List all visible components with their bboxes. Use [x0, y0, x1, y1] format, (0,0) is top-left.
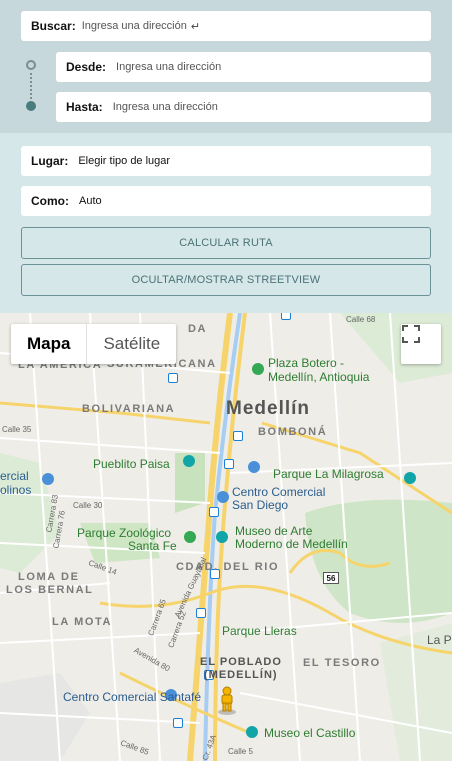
map-type-map-button[interactable]: Mapa — [11, 324, 88, 364]
from-label: Desde: — [66, 60, 107, 74]
map-label: Pueblito Paisa — [93, 457, 170, 471]
route-panel: Buscar: Ingresa una dirección ↵ Desde: I… — [0, 0, 452, 133]
metro-station-icon — [281, 313, 291, 320]
to-field[interactable]: Hasta: Ingresa una dirección — [56, 92, 431, 122]
place-value[interactable]: Elegir tipo de lugar — [78, 155, 170, 167]
fullscreen-icon — [402, 325, 420, 343]
cc-san-diego-marker-icon[interactable] — [217, 491, 229, 503]
museo-castillo-marker-icon[interactable] — [246, 726, 258, 738]
map-label: Santa Fe — [128, 539, 177, 553]
calculate-route-button[interactable]: CALCULAR RUTA — [21, 227, 431, 259]
map-label: ercial — [0, 469, 29, 483]
street-label: Calle 5 — [228, 747, 253, 756]
map-label: Moderno de Medellín — [235, 537, 348, 551]
map-label: San Diego — [232, 498, 289, 512]
mode-value[interactable]: Auto — [79, 195, 102, 207]
to-label: Hasta: — [66, 100, 103, 114]
place-type-select[interactable]: Lugar: Elegir tipo de lugar — [21, 146, 431, 176]
route-56-badge: 56 — [323, 572, 339, 584]
mode-label: Como: — [31, 194, 69, 208]
street-label: Calle 68 — [346, 315, 376, 324]
street-label: Calle 30 — [73, 501, 103, 510]
map-label: BOLIVARIANA — [82, 403, 176, 415]
map-label: (MEDELLÍN) — [204, 669, 278, 681]
map-label: Museo de Arte — [235, 524, 313, 538]
city-label: Medellín — [226, 398, 311, 419]
from-field[interactable]: Desde: Ingresa una dirección — [56, 52, 431, 82]
search-label: Buscar: — [31, 19, 76, 33]
street-label: Calle 35 — [2, 425, 32, 434]
park-marker-icon[interactable] — [404, 472, 416, 484]
place-label: Lugar: — [31, 154, 69, 168]
toggle-streetview-button[interactable]: OCULTAR/MOSTRAR STREETVIEW — [21, 264, 431, 296]
metro-station-icon — [196, 608, 206, 618]
metro-station-icon — [173, 718, 183, 728]
route-line — [30, 73, 32, 99]
map-label: LA MOTA — [52, 616, 113, 628]
to-input[interactable]: Ingresa una dirección — [113, 101, 218, 113]
map-label: DA — [188, 323, 208, 335]
map-view[interactable]: 56 DA Calle 68 LA AMERICA SURAMERICANA P… — [0, 313, 452, 761]
pegman-icon[interactable] — [216, 686, 238, 716]
map-label: Museo el Castillo — [264, 726, 356, 740]
map-label: LOMA DE — [18, 571, 80, 583]
church-marker-icon[interactable] — [248, 461, 260, 473]
map-type-satellite-button[interactable]: Satélite — [87, 324, 176, 364]
map-label: CDAD. DEL RIO — [176, 561, 280, 573]
metro-station-icon — [233, 431, 243, 441]
map-label: BOMBONÁ — [258, 426, 328, 438]
map-label: Centro Comercial — [232, 485, 326, 499]
options-panel: Lugar: Elegir tipo de lugar Como: Auto C… — [0, 133, 452, 313]
return-arrow-icon: ↵ — [190, 20, 201, 33]
travel-mode-select[interactable]: Como: Auto — [21, 186, 431, 216]
zoo-marker-icon[interactable] — [184, 531, 196, 543]
search-field[interactable]: Buscar: Ingresa una dirección ↵ — [21, 11, 431, 41]
map-label: La P — [427, 633, 452, 647]
map-type-control: Mapa Satélite — [11, 324, 177, 364]
map-label: EL TESORO — [303, 657, 381, 669]
museo-arte-marker-icon[interactable] — [216, 531, 228, 543]
map-label: Parque Lleras — [222, 624, 297, 638]
map-label: LOS BERNAL — [6, 584, 94, 596]
map-label: Medellín, Antioquia — [268, 370, 370, 384]
metro-station-icon — [224, 459, 234, 469]
from-input[interactable]: Ingresa una dirección — [116, 61, 221, 73]
map-label: EL POBLADO — [200, 656, 282, 668]
shopping-marker-icon[interactable] — [42, 473, 54, 485]
pueblito-paisa-marker-icon[interactable] — [183, 455, 195, 467]
fullscreen-button[interactable] — [401, 324, 441, 364]
map-label: Centro Comercial Santafé — [63, 690, 202, 704]
origin-dot-icon — [26, 60, 36, 70]
plaza-botero-marker-icon[interactable] — [252, 363, 264, 375]
map-label: Plaza Botero - — [268, 356, 345, 370]
map-label: olinos — [0, 483, 32, 497]
map-label: Parque Zoológico — [77, 526, 172, 540]
metro-station-icon — [168, 373, 178, 383]
map-label: Parque La Milagrosa — [273, 467, 384, 481]
route-dots-icon — [25, 60, 37, 112]
destination-dot-icon — [26, 101, 36, 111]
search-input[interactable]: Ingresa una dirección — [82, 20, 187, 32]
metro-station-icon — [209, 507, 219, 517]
